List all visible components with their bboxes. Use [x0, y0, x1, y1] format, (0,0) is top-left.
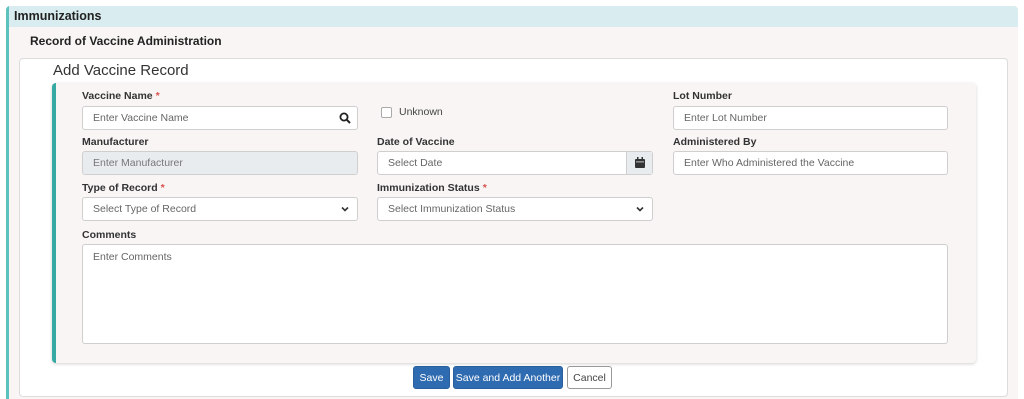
immunization-status-label: Immunization Status *	[377, 182, 487, 194]
lot-number-input[interactable]: Enter Lot Number	[673, 106, 948, 130]
administered-by-input[interactable]: Enter Who Administered the Vaccine	[673, 151, 948, 175]
date-picker-button[interactable]	[626, 152, 652, 174]
vaccine-name-placeholder: Enter Vaccine Name	[93, 112, 189, 124]
manufacturer-input[interactable]: Enter Manufacturer	[82, 151, 358, 175]
calendar-icon	[635, 157, 645, 168]
immunization-status-select[interactable]: Select Immunization Status	[377, 197, 653, 221]
panel-title: Immunizations	[9, 6, 1018, 27]
immunizations-panel: Immunizations Record of Vaccine Administ…	[6, 6, 1018, 399]
immunization-status-placeholder: Select Immunization Status	[388, 203, 516, 215]
manufacturer-label: Manufacturer	[82, 136, 149, 148]
comments-label: Comments	[82, 229, 137, 241]
save-button[interactable]: Save	[413, 366, 450, 389]
administered-by-label: Administered By	[673, 136, 757, 148]
unknown-label: Unknown	[399, 106, 443, 118]
lot-number-placeholder: Enter Lot Number	[684, 112, 767, 124]
lot-number-label: Lot Number	[673, 90, 732, 102]
section-title: Record of Vaccine Administration	[30, 34, 222, 48]
required-marker: *	[482, 182, 487, 194]
required-marker: *	[155, 90, 160, 102]
search-icon[interactable]	[339, 112, 351, 124]
date-of-vaccine-label: Date of Vaccine	[377, 136, 455, 148]
chevron-down-icon	[636, 206, 644, 212]
type-of-record-placeholder: Select Type of Record	[93, 203, 197, 215]
date-placeholder: Select Date	[388, 157, 443, 169]
add-vaccine-card: Add Vaccine Record Vaccine Name * Enter V…	[19, 58, 1008, 397]
card-title: Add Vaccine Record	[53, 62, 189, 79]
cancel-button[interactable]: Cancel	[567, 366, 612, 389]
manufacturer-placeholder: Enter Manufacturer	[93, 157, 183, 169]
chevron-down-icon	[341, 206, 349, 212]
required-marker: *	[160, 182, 165, 194]
type-of-record-label: Type of Record *	[82, 182, 165, 194]
date-of-vaccine-input[interactable]: Select Date	[377, 151, 653, 175]
vaccine-form: Vaccine Name * Enter Vaccine Name Unknown…	[52, 83, 976, 363]
comments-placeholder: Enter Comments	[93, 251, 172, 263]
comments-textarea[interactable]: Enter Comments	[82, 244, 948, 344]
save-and-add-another-button[interactable]: Save and Add Another	[453, 366, 563, 389]
unknown-checkbox[interactable]	[381, 107, 392, 118]
vaccine-name-input[interactable]: Enter Vaccine Name	[82, 106, 358, 130]
vaccine-name-label: Vaccine Name *	[82, 90, 160, 102]
administered-by-placeholder: Enter Who Administered the Vaccine	[684, 157, 855, 169]
type-of-record-select[interactable]: Select Type of Record	[82, 197, 358, 221]
panel-body: Record of Vaccine Administration Add Vac…	[9, 27, 1018, 399]
